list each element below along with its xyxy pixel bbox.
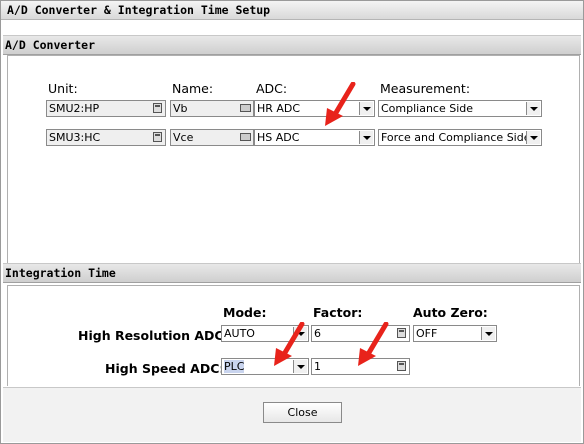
name-field-row1: Vb: [170, 100, 254, 117]
dropdown-arrow-icon[interactable]: [526, 131, 540, 144]
auto-zero-column-header: Auto Zero:: [413, 305, 488, 320]
high-resolution-adc-label: High Resolution ADC:: [78, 328, 229, 343]
unit-column-header: Unit:: [48, 81, 78, 96]
ad-converter-header-label: A/D Converter: [5, 38, 96, 52]
name-value: Vce: [173, 131, 194, 144]
ad-converter-panel: Unit: Name: ADC: Measurement: SMU2:HP Vb…: [7, 55, 580, 265]
measurement-column-header: Measurement:: [380, 81, 471, 96]
window-title: A/D Converter & Integration Time Setup: [7, 3, 271, 17]
name-column-header: Name:: [172, 81, 214, 96]
measurement-value: Force and Compliance Sides: [381, 131, 537, 144]
measurement-select-row1[interactable]: Compliance Side: [378, 100, 542, 117]
red-annotation-arrow-icon: [358, 322, 389, 366]
name-value: Vb: [173, 102, 188, 115]
calculator-icon[interactable]: [397, 361, 406, 371]
keyboard-icon[interactable]: [240, 104, 251, 112]
hs-mode-value: PLC: [224, 360, 245, 373]
hr-mode-value: AUTO: [224, 327, 255, 340]
calculator-icon[interactable]: [153, 103, 162, 113]
ad-converter-header: A/D Converter: [3, 35, 581, 55]
adc-value: HS ADC: [257, 131, 300, 144]
integration-time-header: Integration Time: [3, 263, 581, 283]
dropdown-arrow-icon[interactable]: [526, 102, 540, 115]
calculator-icon[interactable]: [153, 132, 162, 142]
name-field-row2: Vce: [170, 129, 254, 146]
hs-factor-value: 1: [314, 360, 321, 373]
measurement-value: Compliance Side: [381, 102, 474, 115]
mode-column-header: Mode:: [223, 305, 267, 320]
red-annotation-arrow-icon: [325, 82, 356, 126]
calculator-icon[interactable]: [397, 328, 406, 338]
dropdown-arrow-icon[interactable]: [359, 102, 373, 115]
factor-column-header: Factor:: [313, 305, 363, 320]
unit-value: SMU2:HP: [49, 102, 100, 115]
adc-select-row2[interactable]: HS ADC: [254, 129, 375, 146]
auto-zero-select[interactable]: OFF: [413, 325, 497, 342]
high-speed-adc-label: High Speed ADC:: [105, 361, 225, 376]
red-annotation-arrow-icon: [274, 322, 305, 366]
close-button[interactable]: Close: [263, 402, 342, 423]
dropdown-arrow-icon[interactable]: [481, 327, 495, 340]
keyboard-icon[interactable]: [240, 133, 251, 141]
dropdown-arrow-icon[interactable]: [359, 131, 373, 144]
adc-column-header: ADC:: [256, 81, 288, 96]
auto-zero-value: OFF: [416, 327, 438, 340]
integration-time-header-label: Integration Time: [5, 266, 116, 280]
unit-field-row2: SMU3:HC: [46, 129, 166, 146]
adc-value: HR ADC: [257, 102, 301, 115]
hr-factor-value: 6: [314, 327, 321, 340]
measurement-select-row2[interactable]: Force and Compliance Sides: [378, 129, 542, 146]
dialog-window: A/D Converter & Integration Time Setup A…: [0, 0, 584, 444]
unit-value: SMU3:HC: [49, 131, 101, 144]
title-bar: A/D Converter & Integration Time Setup: [1, 1, 583, 20]
unit-field-row1: SMU2:HP: [46, 100, 166, 117]
